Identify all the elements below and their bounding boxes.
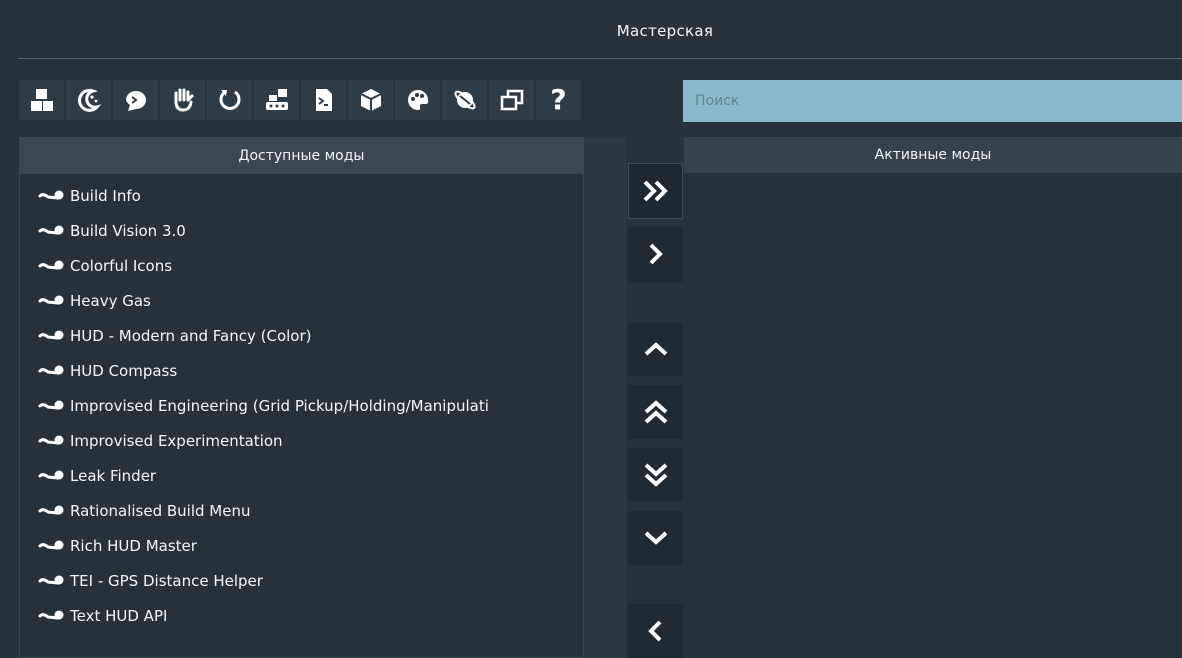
blocks-icon [30,89,53,111]
steam-icon [38,225,64,234]
available-mods-header: Доступные моды [20,138,583,174]
steam-icon [38,365,64,374]
mod-name: Improvised Experimentation [70,431,283,450]
list-item[interactable]: Rich HUD Master [20,528,583,563]
chevron-up-icon [644,342,667,356]
planet-icon [453,90,476,110]
mod-name: Leak Finder [70,466,157,485]
chevron-left-icon [647,620,661,642]
factory-icon [265,89,288,110]
move-top-button[interactable] [628,385,683,439]
palette-icon [407,89,428,110]
mod-name: TEI - GPS Distance Helper [70,571,263,590]
filter-worlds-button[interactable] [442,80,487,120]
chevron-right-icon [649,243,663,265]
mod-name: Rationalised Build Menu [70,501,251,520]
refresh-icon [219,90,240,110]
box-icon [360,89,381,111]
mod-name: Text HUD API [70,606,168,625]
steam-icon [38,295,64,304]
mod-name: Build Info [70,186,141,205]
available-list-scrollbar[interactable] [584,137,626,658]
filter-script-button[interactable] [301,80,346,120]
filter-blocks-button[interactable] [19,80,64,120]
chat-bubble-icon [125,91,146,111]
list-item[interactable]: Text HUD API [20,598,583,633]
search-box[interactable] [683,80,1182,122]
filter-skins-button[interactable] [395,80,440,120]
add-all-button[interactable] [628,163,683,219]
steam-icon [38,400,64,409]
list-item[interactable]: HUD Compass [20,353,583,388]
list-item[interactable]: Heavy Gas [20,283,583,318]
mod-name: Colorful Icons [70,256,173,275]
list-item[interactable]: Improvised Experimentation [20,423,583,458]
filter-refresh-button[interactable] [207,80,252,120]
filter-production-button[interactable] [254,80,299,120]
available-mods-list: Build Info Build Vision 3.0 Colorful Ico… [20,174,583,633]
help-icon: ? [550,83,567,116]
mod-name: Heavy Gas [70,291,151,310]
list-item[interactable]: Rationalised Build Menu [20,493,583,528]
moon-stars-icon [77,88,101,112]
active-mods-list[interactable] [684,173,1182,177]
help-button[interactable]: ? [536,80,581,120]
window-title: Мастерская [616,22,714,40]
steam-icon [38,610,64,619]
steam-icon [38,575,64,584]
steam-icon [38,470,64,479]
move-up-button[interactable] [628,322,683,376]
filter-hand-button[interactable] [160,80,205,120]
windows-icon [500,89,523,111]
steam-icon [38,330,64,339]
steam-icon [38,190,64,199]
move-down-button[interactable] [628,511,683,565]
move-bottom-button[interactable] [628,448,683,502]
steam-icon [38,540,64,549]
mod-name: Build Vision 3.0 [70,221,186,240]
steam-icon [38,260,64,269]
filter-windows-button[interactable] [489,80,534,120]
steam-icon [38,435,64,444]
double-chevron-up-icon [644,400,667,424]
list-item[interactable]: Improvised Engineering (Grid Pickup/Hold… [20,388,583,423]
remove-button[interactable] [628,604,683,658]
filter-chat-button[interactable] [113,80,158,120]
script-icon [315,89,332,111]
search-input[interactable] [693,92,1172,110]
filter-blueprint-button[interactable] [348,80,393,120]
mod-name: Improvised Engineering (Grid Pickup/Hold… [70,396,489,415]
mod-name: HUD - Modern and Fancy (Color) [70,326,312,345]
list-item[interactable]: TEI - GPS Distance Helper [20,563,583,598]
double-chevron-right-icon [643,180,668,202]
chevron-down-icon [644,531,667,545]
available-mods-panel: Доступные моды Build Info Build Vision 3… [19,137,584,658]
active-mods-panel: Активные моды [684,137,1182,658]
mod-name: Rich HUD Master [70,536,197,555]
list-item[interactable]: Build Info [20,178,583,213]
hand-icon [174,88,193,112]
title-divider [18,58,1182,59]
category-toolbar: ? [19,80,581,120]
mod-name: HUD Compass [70,361,178,380]
list-item[interactable]: HUD - Modern and Fancy (Color) [20,318,583,353]
list-item[interactable]: Build Vision 3.0 [20,213,583,248]
list-item[interactable]: Colorful Icons [20,248,583,283]
steam-icon [38,505,64,514]
active-mods-header: Активные моды [684,137,1182,173]
double-chevron-down-icon [644,463,667,487]
add-button[interactable] [628,226,683,282]
list-item[interactable]: Leak Finder [20,458,583,493]
filter-night-button[interactable] [66,80,111,120]
